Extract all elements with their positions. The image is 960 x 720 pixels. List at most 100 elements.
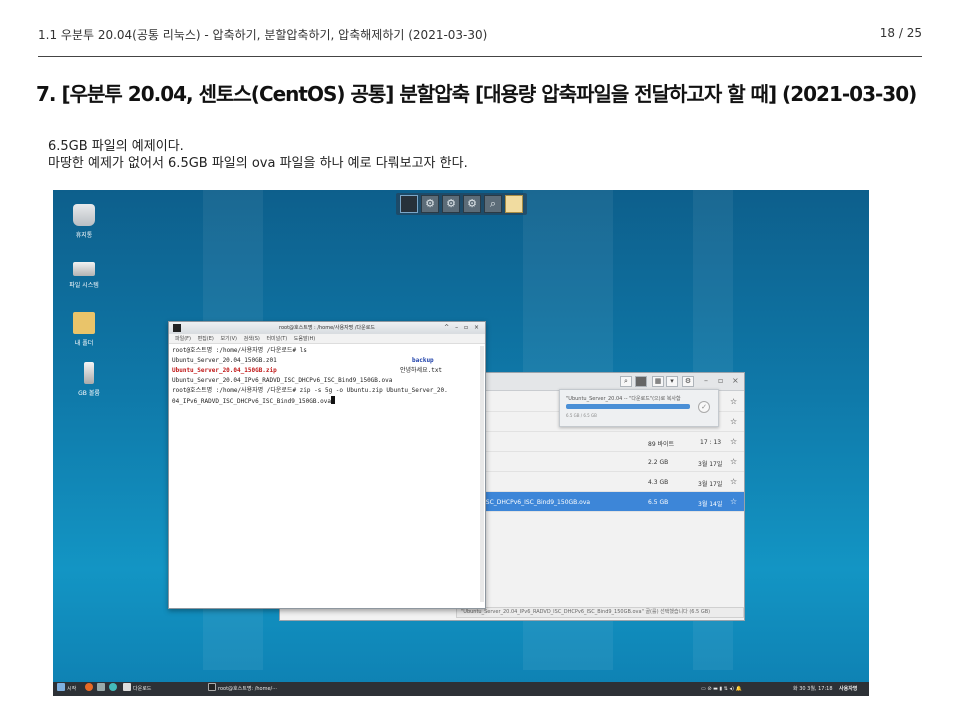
- maximize-icon[interactable]: ▫: [718, 376, 723, 385]
- terminal-line: Ubuntu_Server_20.04_IPv6_RADVD_ISC_DHCPv…: [172, 376, 482, 386]
- file-size: 2.2 GB: [648, 459, 669, 466]
- file-name: ISC_DHCPv6_ISC_Bind9_150GB.ova: [484, 499, 591, 506]
- body-text: 6.5GB 파일의 예제이다. 마땅한 예제가 없어서 6.5GB 파일의 ov…: [48, 138, 468, 172]
- file-size: 6.5 GB: [648, 499, 669, 506]
- ls-entry: Ubuntu_Server_20.04_150GB.z01: [172, 357, 277, 364]
- prompt-user: root@호스트명: [172, 347, 213, 354]
- chat-icon[interactable]: [109, 682, 119, 696]
- desktop-icon-home[interactable]: 내 폴더: [54, 312, 114, 347]
- terminal-output[interactable]: root@호스트명 :/home/사용자명 /다운로드# ls Ubuntu_S…: [169, 344, 485, 408]
- trash-icon: [73, 204, 95, 226]
- drive-icon: [73, 262, 95, 276]
- file-date: 3월 14일: [698, 501, 723, 508]
- terminal-title: root@호스트명 : /home/사용자명 /다운로드: [279, 325, 375, 331]
- star-icon[interactable]: ☆: [730, 397, 737, 406]
- prompt-command: :/home/사용자명 /다운로드# ls: [212, 347, 307, 354]
- desktop-icon-filesystem[interactable]: 파일 시스템: [54, 256, 114, 289]
- desktop-icon-trash[interactable]: 휴지통: [54, 204, 114, 239]
- file-date: 17 : 13: [700, 439, 722, 446]
- menu-file[interactable]: 파일(F): [175, 336, 191, 342]
- desktop-icon-volume[interactable]: GB 볼륨: [59, 362, 119, 397]
- taskbar-clock[interactable]: 화 30 3월, 17:18: [793, 682, 833, 696]
- search-icon[interactable]: ⌕: [484, 195, 502, 213]
- terminal-menubar: 파일(F) 편집(E) 보기(V) 검색(S) 터미널(T) 도움말(H): [169, 334, 485, 344]
- menu-search[interactable]: 검색(S): [244, 336, 260, 342]
- desktop-icon-label: 내 폴더: [74, 340, 94, 347]
- star-icon[interactable]: ☆: [730, 497, 737, 506]
- terminal-titlebar[interactable]: root@호스트명 : /home/사용자명 /다운로드 ^ – ▫ ×: [169, 322, 485, 334]
- star-icon[interactable]: ☆: [730, 417, 737, 426]
- start-button[interactable]: 시작: [57, 682, 76, 696]
- terminal-scrollbar[interactable]: [480, 346, 484, 602]
- taskbar-downloads-label: 다운로드: [133, 686, 152, 692]
- search-icon[interactable]: ⌕: [620, 376, 632, 387]
- header-section: 1.1 우분투 20.04(공통 리눅스) - 압축하기, 분할압축하기, 압축…: [38, 28, 488, 42]
- header-divider: [38, 56, 922, 57]
- menu-terminal[interactable]: 터미널(T): [266, 336, 287, 342]
- desktop-icon-label: 파일 시스템: [69, 282, 99, 289]
- check-icon[interactable]: ✓: [698, 401, 710, 413]
- file-manager-status: "Ubuntu_Server_20.04_IPv6_RADVD_ISC_DHCP…: [456, 607, 744, 618]
- taskbar-user[interactable]: 사용자명: [839, 682, 857, 696]
- star-icon[interactable]: ☆: [730, 477, 737, 486]
- file-size: 4.3 GB: [648, 479, 669, 486]
- desktop-screenshot: ⚙ ⚙ ⚙ ⌕ 휴지통 파일 시스템 내 폴더 GB 볼륨 ⌕ ▦ ▾ ⚙ – …: [53, 190, 869, 696]
- monitor-icon[interactable]: [97, 682, 107, 696]
- body-line-2: 마땅한 예제가 없어서 6.5GB 파일의 ova 파일을 하나 예로 다뤄보고…: [48, 156, 468, 171]
- desktop-icon-label: 휴지통: [75, 232, 93, 239]
- record-icon[interactable]: [635, 376, 647, 387]
- body-line-1: 6.5GB 파일의 예제이다.: [48, 139, 184, 154]
- menu-edit[interactable]: 편집(E): [198, 336, 214, 342]
- start-icon: [57, 683, 65, 691]
- terminal-line: 04_IPv6_RADVD_ISC_DHCPv6_ISC_Bind9_150GB…: [172, 396, 482, 406]
- page-header: 1.1 우분투 20.04(공통 리눅스) - 압축하기, 분할압축하기, 압축…: [38, 26, 922, 46]
- minimize-icon[interactable]: –: [704, 376, 708, 385]
- prompt-user: root@호스트명: [172, 387, 213, 394]
- terminal-line: Ubuntu_Server_20.04_150GB.z01 backup: [172, 356, 482, 366]
- prompt-command: 04_IPv6_RADVD_ISC_DHCPv6_ISC_Bind9_150GB…: [172, 398, 331, 405]
- page-title: 7. [우분투 20.04, 센토스(CentOS) 공통] 분할압축 [대용량…: [36, 82, 917, 106]
- copy-progress-bar: [566, 404, 690, 409]
- file-size: 89 바이트: [648, 441, 675, 448]
- terminal-icon[interactable]: [400, 195, 418, 213]
- usb-drive-icon: [84, 362, 94, 384]
- star-icon[interactable]: ☆: [730, 437, 737, 446]
- terminal-line: root@호스트명 :/home/사용자명 /다운로드# zip -s 5g -…: [172, 386, 482, 396]
- start-label: 시작: [67, 686, 77, 692]
- top-dock: ⚙ ⚙ ⚙ ⌕: [396, 193, 527, 215]
- tray-icons[interactable]: ▭ ⊘ ▬ ▮ ⇅ ◂) 🔔: [701, 682, 742, 696]
- home-folder-icon: [73, 312, 95, 334]
- prompt-command: :/home/사용자명 /다운로드# zip -s 5g -o Ubuntu.z…: [212, 387, 448, 394]
- close-icon[interactable]: ×: [732, 376, 739, 385]
- copy-progress-sub: 6.5 GB / 6.5 GB: [566, 413, 597, 418]
- ls-entry: 안녕하세요.txt: [400, 367, 443, 374]
- gear-icon[interactable]: ⚙: [463, 195, 481, 213]
- star-icon[interactable]: ☆: [730, 457, 737, 466]
- menu-view[interactable]: 보기(V): [220, 336, 237, 342]
- grid-view-icon[interactable]: ▦: [652, 376, 664, 387]
- window-controls[interactable]: ^ – ▫ ×: [444, 322, 481, 334]
- terminal-cursor: [330, 396, 335, 404]
- terminal-line: Ubuntu_Server_20.04_150GB.zip 안녕하세요.txt: [172, 366, 482, 376]
- copy-progress-popup: "Ubuntu_Server_20.04 -- "다운로드"(으)로 복사함 6…: [559, 389, 719, 427]
- terminal-window: root@호스트명 : /home/사용자명 /다운로드 ^ – ▫ × 파일(…: [168, 321, 486, 609]
- page-number: 18 / 25: [879, 26, 922, 40]
- file-date: 3월 17일: [698, 481, 723, 488]
- menu-help[interactable]: 도움말(H): [294, 336, 315, 342]
- gear-icon[interactable]: ⚙: [442, 195, 460, 213]
- chevron-down-icon[interactable]: ▾: [666, 376, 678, 387]
- taskbar-downloads[interactable]: 다운로드: [123, 682, 151, 696]
- terminal-icon: [208, 683, 216, 691]
- copy-progress-title: "Ubuntu_Server_20.04 -- "다운로드"(으)로 복사함: [566, 396, 681, 402]
- taskbar-terminal[interactable]: root@호스트명: /home/···: [208, 682, 277, 696]
- gear-icon[interactable]: ⚙: [421, 195, 439, 213]
- terminal-line: root@호스트명 :/home/사용자명 /다운로드# ls: [172, 346, 482, 356]
- ls-entry-dir: backup: [412, 357, 434, 364]
- ls-entry-archive: Ubuntu_Server_20.04_150GB.zip: [172, 367, 277, 374]
- firefox-icon[interactable]: [85, 682, 95, 696]
- taskbar: 시작 다운로드 root@호스트명: /home/··· ▭ ⊘ ▬ ▮ ⇅ ◂…: [53, 682, 869, 696]
- file-date: 3월 17일: [698, 461, 723, 468]
- folder-icon: [123, 683, 131, 691]
- folder-icon[interactable]: [505, 195, 523, 213]
- gear-icon[interactable]: ⚙: [682, 376, 694, 387]
